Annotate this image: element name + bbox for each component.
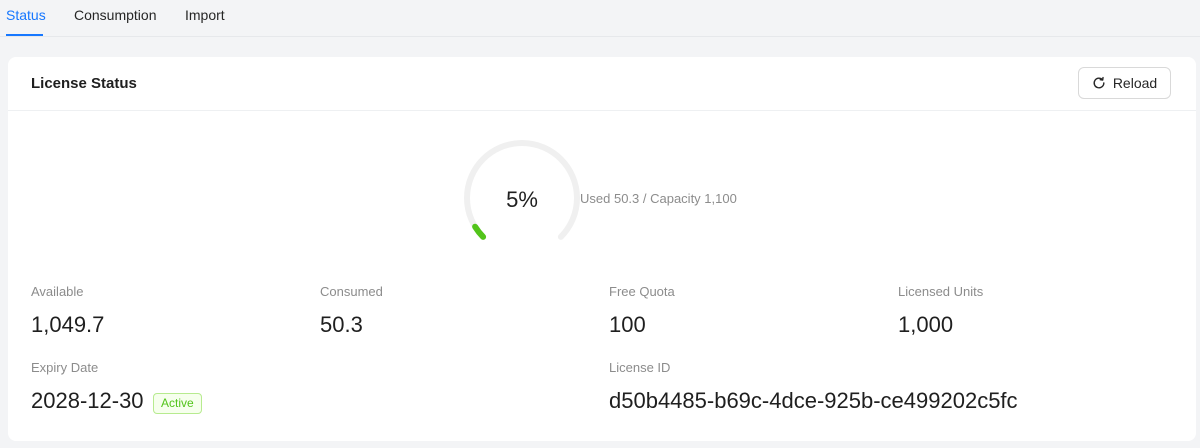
tab-bar: Status Consumption Import — [0, 0, 1200, 37]
gauge-percent: 5% — [506, 187, 538, 212]
card-title: License Status — [31, 75, 137, 92]
gauge-fill — [472, 223, 487, 240]
reload-label: Reload — [1112, 75, 1158, 91]
card-header: License Status Reload — [8, 57, 1196, 111]
available-value: 1,049.7 — [31, 312, 105, 337]
license-id-label: License ID — [609, 360, 671, 375]
license-id-value: d50b4485-b69c-4dce-925b-ce499202c5fc — [609, 388, 1018, 413]
consumed-label: Consumed — [320, 284, 383, 299]
free-quota-label: Free Quota — [609, 284, 675, 299]
reload-button[interactable]: Reload — [1078, 67, 1171, 99]
active-tab-indicator — [6, 34, 43, 36]
status-badge: Active — [153, 393, 202, 414]
licensed-units-value: 1,000 — [898, 312, 954, 337]
license-status-card: License Status Reload 5% Used 50.3 / Cap… — [8, 57, 1196, 441]
free-quota-value: 100 — [609, 312, 646, 337]
available-label: Available — [31, 284, 84, 299]
reload-icon — [1092, 76, 1106, 90]
tab-consumption[interactable]: Consumption — [74, 7, 157, 23]
expiry-date-value: 2028-12-30 — [31, 388, 144, 413]
tab-status[interactable]: Status — [6, 7, 46, 23]
expiry-date-label: Expiry Date — [31, 360, 99, 375]
consumed-value: 50.3 — [320, 312, 363, 337]
tab-import[interactable]: Import — [185, 7, 225, 23]
licensed-units-label: Licensed Units — [898, 284, 984, 299]
gauge-caption: Used 50.3 / Capacity 1,100 — [580, 191, 737, 206]
